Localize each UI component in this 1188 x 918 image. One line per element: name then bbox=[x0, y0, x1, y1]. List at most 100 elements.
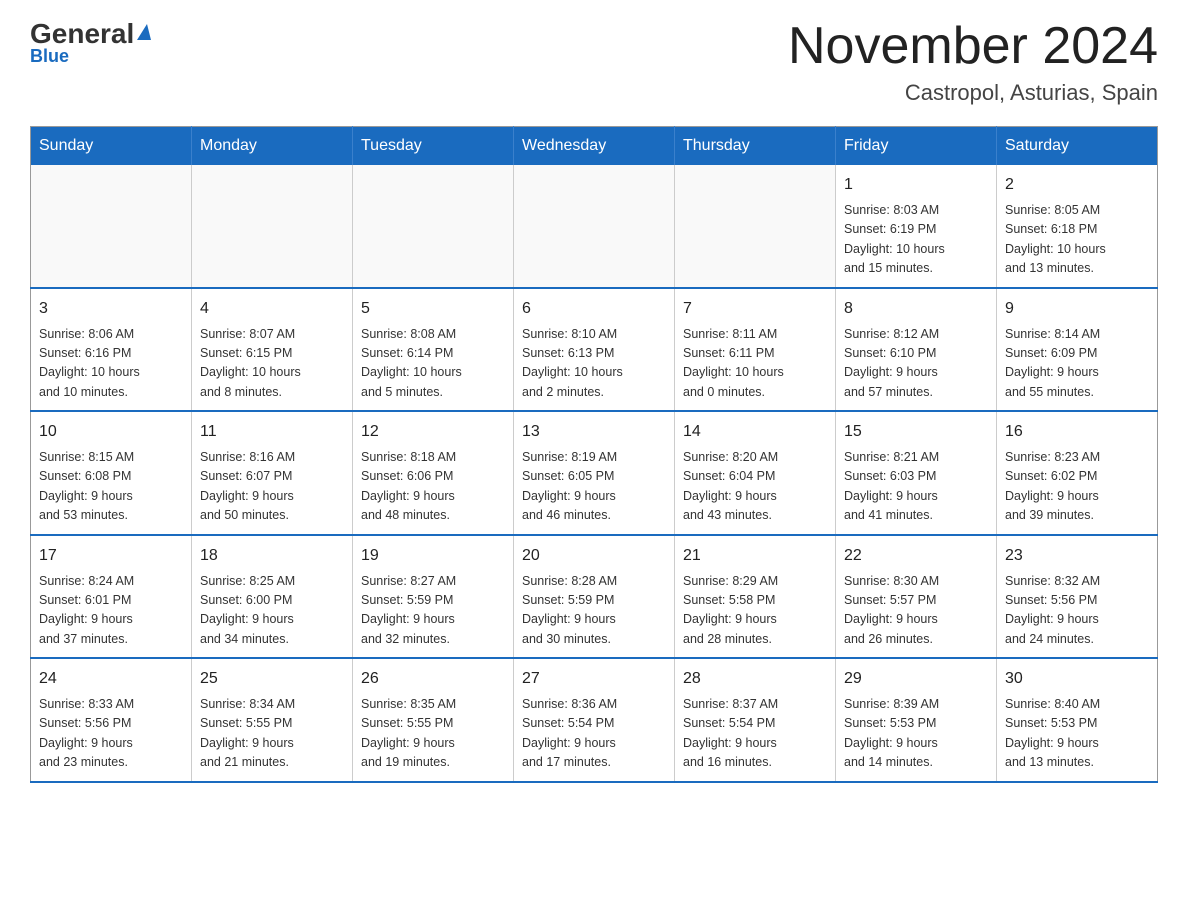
week-row-1: 1 Sunrise: 8:03 AM Sunset: 6:19 PM Daylig… bbox=[31, 165, 1158, 288]
day-info: Sunrise: 8:35 AM Sunset: 5:55 PM Dayligh… bbox=[361, 695, 505, 773]
day-info: Sunrise: 8:12 AM Sunset: 6:10 PM Dayligh… bbox=[844, 325, 988, 403]
calendar-cell bbox=[31, 165, 192, 288]
calendar-cell: 5 Sunrise: 8:08 AM Sunset: 6:14 PM Daylig… bbox=[353, 288, 514, 412]
calendar-cell: 2Sunrise: 8:05 AM Sunset: 6:18 PM Daylig… bbox=[997, 165, 1158, 288]
calendar-cell: 14 Sunrise: 8:20 AM Sunset: 6:04 PM Dayli… bbox=[675, 411, 836, 535]
day-info: Sunrise: 8:15 AM Sunset: 6:08 PM Dayligh… bbox=[39, 448, 183, 526]
day-number: 5 bbox=[361, 297, 505, 321]
day-number: 21 bbox=[683, 544, 827, 568]
day-info: Sunrise: 8:21 AM Sunset: 6:03 PM Dayligh… bbox=[844, 448, 988, 526]
day-number: 9 bbox=[1005, 297, 1149, 321]
day-header-friday: Friday bbox=[836, 127, 997, 166]
day-info: Sunrise: 8:33 AM Sunset: 5:56 PM Dayligh… bbox=[39, 695, 183, 773]
day-info: Sunrise: 8:16 AM Sunset: 6:07 PM Dayligh… bbox=[200, 448, 344, 526]
day-info: Sunrise: 8:30 AM Sunset: 5:57 PM Dayligh… bbox=[844, 572, 988, 650]
day-info: Sunrise: 8:34 AM Sunset: 5:55 PM Dayligh… bbox=[200, 695, 344, 773]
logo-general: General bbox=[30, 20, 134, 48]
day-number: 12 bbox=[361, 420, 505, 444]
calendar-cell bbox=[514, 165, 675, 288]
location-text: Castropol, Asturias, Spain bbox=[788, 80, 1158, 106]
calendar-cell: 12 Sunrise: 8:18 AM Sunset: 6:06 PM Dayli… bbox=[353, 411, 514, 535]
day-number: 7 bbox=[683, 297, 827, 321]
calendar-cell: 25Sunrise: 8:34 AM Sunset: 5:55 PM Dayli… bbox=[192, 658, 353, 782]
calendar-cell: 26 Sunrise: 8:35 AM Sunset: 5:55 PM Dayli… bbox=[353, 658, 514, 782]
calendar-cell: 7 Sunrise: 8:11 AM Sunset: 6:11 PM Daylig… bbox=[675, 288, 836, 412]
calendar-cell bbox=[675, 165, 836, 288]
calendar-cell: 23 Sunrise: 8:32 AM Sunset: 5:56 PM Dayli… bbox=[997, 535, 1158, 659]
day-header-wednesday: Wednesday bbox=[514, 127, 675, 166]
day-number: 10 bbox=[39, 420, 183, 444]
page-header: General Blue November 2024 Castropol, As… bbox=[30, 20, 1158, 106]
day-info: Sunrise: 8:29 AM Sunset: 5:58 PM Dayligh… bbox=[683, 572, 827, 650]
day-number: 4 bbox=[200, 297, 344, 321]
day-number: 27 bbox=[522, 667, 666, 691]
calendar-cell: 29Sunrise: 8:39 AM Sunset: 5:53 PM Dayli… bbox=[836, 658, 997, 782]
day-info: Sunrise: 8:18 AM Sunset: 6:06 PM Dayligh… bbox=[361, 448, 505, 526]
day-number: 3 bbox=[39, 297, 183, 321]
day-info: Sunrise: 8:14 AM Sunset: 6:09 PM Dayligh… bbox=[1005, 325, 1149, 403]
logo-blue-text: Blue bbox=[30, 46, 69, 67]
calendar-table: SundayMondayTuesdayWednesdayThursdayFrid… bbox=[30, 126, 1158, 783]
day-info: Sunrise: 8:28 AM Sunset: 5:59 PM Dayligh… bbox=[522, 572, 666, 650]
day-number: 22 bbox=[844, 544, 988, 568]
day-info: Sunrise: 8:39 AM Sunset: 5:53 PM Dayligh… bbox=[844, 695, 988, 773]
calendar-cell: 15 Sunrise: 8:21 AM Sunset: 6:03 PM Dayli… bbox=[836, 411, 997, 535]
title-area: November 2024 Castropol, Asturias, Spain bbox=[788, 20, 1158, 106]
day-info: Sunrise: 8:24 AM Sunset: 6:01 PM Dayligh… bbox=[39, 572, 183, 650]
calendar-cell: 9 Sunrise: 8:14 AM Sunset: 6:09 PM Daylig… bbox=[997, 288, 1158, 412]
day-info: Sunrise: 8:37 AM Sunset: 5:54 PM Dayligh… bbox=[683, 695, 827, 773]
day-info: Sunrise: 8:08 AM Sunset: 6:14 PM Dayligh… bbox=[361, 325, 505, 403]
calendar-cell: 19Sunrise: 8:27 AM Sunset: 5:59 PM Dayli… bbox=[353, 535, 514, 659]
day-info: Sunrise: 8:03 AM Sunset: 6:19 PM Dayligh… bbox=[844, 201, 988, 279]
day-number: 24 bbox=[39, 667, 183, 691]
calendar-cell: 10 Sunrise: 8:15 AM Sunset: 6:08 PM Dayli… bbox=[31, 411, 192, 535]
day-number: 2 bbox=[1005, 173, 1149, 197]
calendar-cell: 20Sunrise: 8:28 AM Sunset: 5:59 PM Dayli… bbox=[514, 535, 675, 659]
calendar-cell: 16 Sunrise: 8:23 AM Sunset: 6:02 PM Dayli… bbox=[997, 411, 1158, 535]
day-number: 16 bbox=[1005, 420, 1149, 444]
calendar-cell: 13 Sunrise: 8:19 AM Sunset: 6:05 PM Dayli… bbox=[514, 411, 675, 535]
calendar-cell: 21 Sunrise: 8:29 AM Sunset: 5:58 PM Dayli… bbox=[675, 535, 836, 659]
logo: General Blue bbox=[30, 20, 151, 67]
day-number: 23 bbox=[1005, 544, 1149, 568]
calendar-cell: 8 Sunrise: 8:12 AM Sunset: 6:10 PM Daylig… bbox=[836, 288, 997, 412]
day-info: Sunrise: 8:11 AM Sunset: 6:11 PM Dayligh… bbox=[683, 325, 827, 403]
calendar-cell: 18Sunrise: 8:25 AM Sunset: 6:00 PM Dayli… bbox=[192, 535, 353, 659]
day-number: 11 bbox=[200, 420, 344, 444]
day-number: 26 bbox=[361, 667, 505, 691]
calendar-cell: 30 Sunrise: 8:40 AM Sunset: 5:53 PM Dayli… bbox=[997, 658, 1158, 782]
day-header-thursday: Thursday bbox=[675, 127, 836, 166]
week-row-5: 24 Sunrise: 8:33 AM Sunset: 5:56 PM Dayli… bbox=[31, 658, 1158, 782]
calendar-cell: 4Sunrise: 8:07 AM Sunset: 6:15 PM Daylig… bbox=[192, 288, 353, 412]
day-info: Sunrise: 8:36 AM Sunset: 5:54 PM Dayligh… bbox=[522, 695, 666, 773]
day-number: 18 bbox=[200, 544, 344, 568]
calendar-cell: 17 Sunrise: 8:24 AM Sunset: 6:01 PM Dayli… bbox=[31, 535, 192, 659]
day-header-tuesday: Tuesday bbox=[353, 127, 514, 166]
calendar-cell: 6 Sunrise: 8:10 AM Sunset: 6:13 PM Daylig… bbox=[514, 288, 675, 412]
day-number: 6 bbox=[522, 297, 666, 321]
day-info: Sunrise: 8:10 AM Sunset: 6:13 PM Dayligh… bbox=[522, 325, 666, 403]
day-header-sunday: Sunday bbox=[31, 127, 192, 166]
day-info: Sunrise: 8:40 AM Sunset: 5:53 PM Dayligh… bbox=[1005, 695, 1149, 773]
month-title: November 2024 bbox=[788, 20, 1158, 72]
week-row-3: 10 Sunrise: 8:15 AM Sunset: 6:08 PM Dayli… bbox=[31, 411, 1158, 535]
day-info: Sunrise: 8:20 AM Sunset: 6:04 PM Dayligh… bbox=[683, 448, 827, 526]
day-number: 1 bbox=[844, 173, 988, 197]
week-row-4: 17 Sunrise: 8:24 AM Sunset: 6:01 PM Dayli… bbox=[31, 535, 1158, 659]
day-number: 14 bbox=[683, 420, 827, 444]
day-number: 8 bbox=[844, 297, 988, 321]
day-number: 15 bbox=[844, 420, 988, 444]
day-number: 28 bbox=[683, 667, 827, 691]
calendar-cell: 22 Sunrise: 8:30 AM Sunset: 5:57 PM Dayli… bbox=[836, 535, 997, 659]
day-info: Sunrise: 8:32 AM Sunset: 5:56 PM Dayligh… bbox=[1005, 572, 1149, 650]
day-header-saturday: Saturday bbox=[997, 127, 1158, 166]
calendar-cell: 3Sunrise: 8:06 AM Sunset: 6:16 PM Daylig… bbox=[31, 288, 192, 412]
day-number: 17 bbox=[39, 544, 183, 568]
day-number: 30 bbox=[1005, 667, 1149, 691]
calendar-cell bbox=[192, 165, 353, 288]
day-info: Sunrise: 8:23 AM Sunset: 6:02 PM Dayligh… bbox=[1005, 448, 1149, 526]
day-info: Sunrise: 8:19 AM Sunset: 6:05 PM Dayligh… bbox=[522, 448, 666, 526]
calendar-cell: 28 Sunrise: 8:37 AM Sunset: 5:54 PM Dayli… bbox=[675, 658, 836, 782]
day-number: 13 bbox=[522, 420, 666, 444]
day-info: Sunrise: 8:27 AM Sunset: 5:59 PM Dayligh… bbox=[361, 572, 505, 650]
